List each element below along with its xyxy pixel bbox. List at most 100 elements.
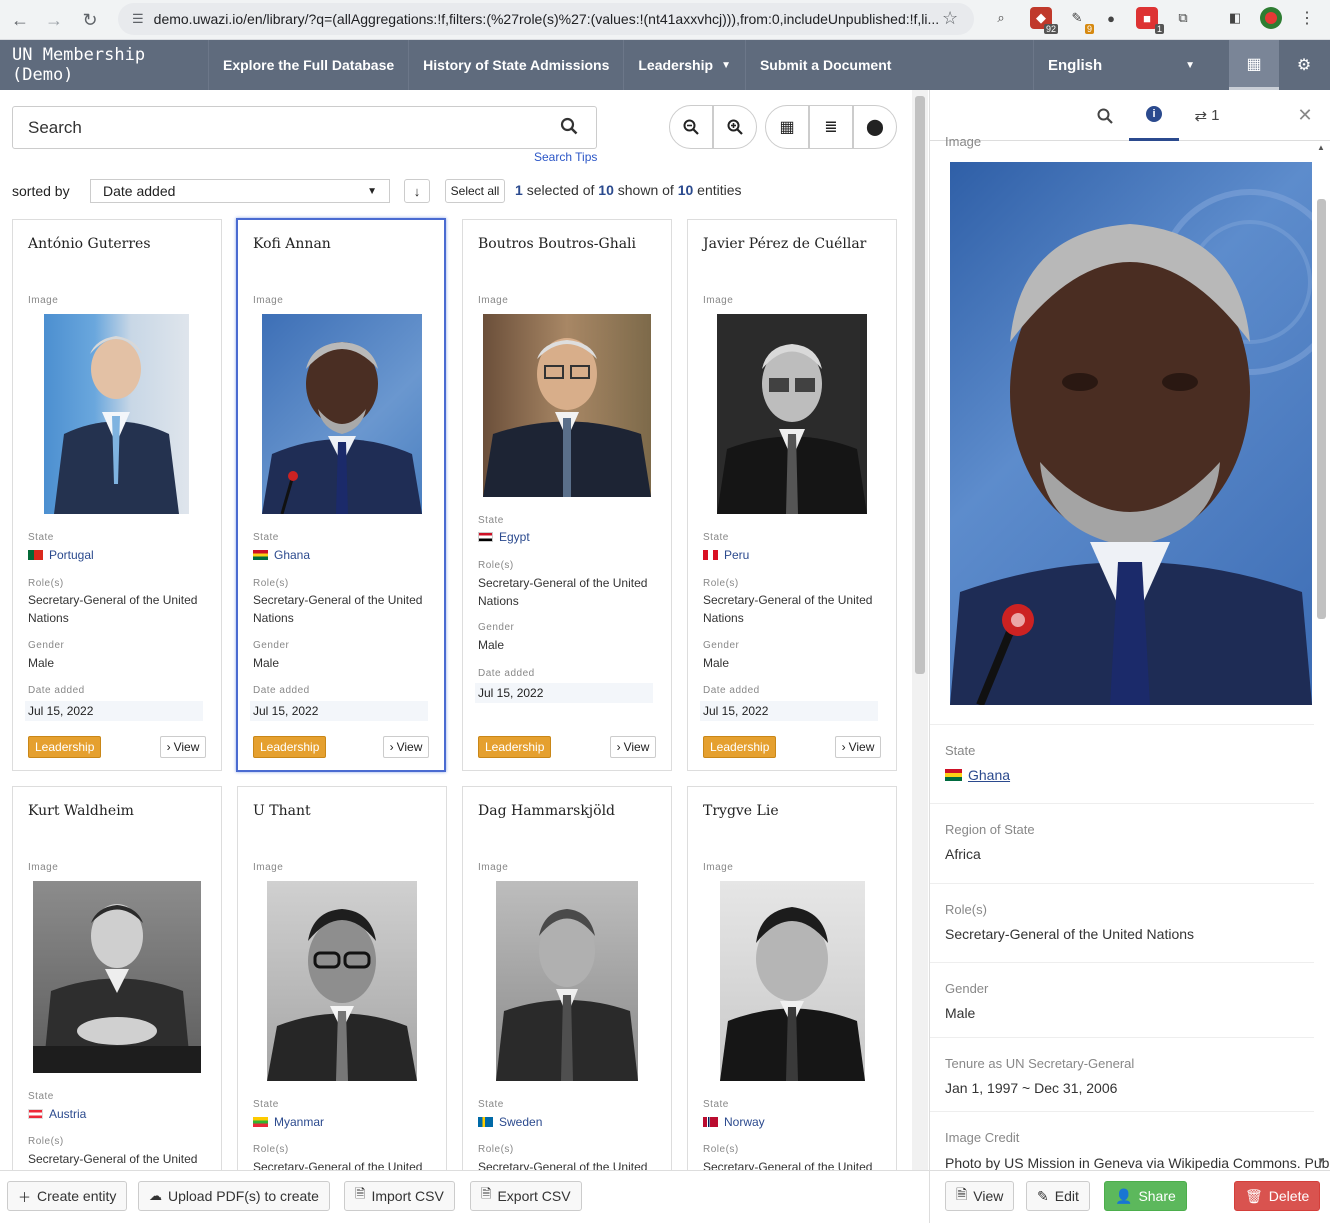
view-button[interactable]: › View xyxy=(383,736,429,758)
forward-icon[interactable]: → xyxy=(36,4,72,36)
tab-search[interactable] xyxy=(1080,90,1130,141)
button-label: Delete xyxy=(1268,1188,1310,1204)
entity-photo xyxy=(267,881,417,1081)
browser-menu-icon[interactable]: ⋮ xyxy=(1296,7,1318,29)
side-panel-icon[interactable]: ◧ xyxy=(1224,7,1246,29)
scrollbar-thumb[interactable] xyxy=(915,96,925,674)
nav-link-explore[interactable]: Explore the Full Database xyxy=(208,40,408,90)
state-link[interactable]: Norway xyxy=(724,1115,765,1129)
extension-cookie-icon[interactable]: ● xyxy=(1100,7,1122,29)
state-link[interactable]: Austria xyxy=(49,1107,86,1121)
zoom-out-button[interactable] xyxy=(669,105,713,149)
scrollbar-thumb[interactable] xyxy=(1317,199,1326,619)
import-csv-button[interactable]: 🗎 Import CSV xyxy=(344,1181,455,1211)
button-label: Create entity xyxy=(37,1188,117,1204)
cards-view-button[interactable]: ▦ xyxy=(765,105,809,149)
entity-card[interactable]: Boutros Boutros-Ghali Image State Egypt … xyxy=(462,219,672,771)
card-title[interactable]: Trygve Lie xyxy=(703,803,779,819)
zoom-in-button[interactable] xyxy=(713,105,757,149)
state-link[interactable]: Peru xyxy=(724,548,749,562)
nav-link-leadership[interactable]: Leadership ▼ xyxy=(623,40,745,90)
sort-select[interactable]: Date added ▼ xyxy=(90,179,390,203)
entity-card[interactable]: António Guterres Image State Portugal Ro… xyxy=(12,219,222,771)
role-value: Secretary-General of the United Nations xyxy=(703,593,873,625)
extension-shield-icon[interactable]: ◆ 92 xyxy=(1030,7,1058,34)
extensions-puzzle-icon[interactable]: ⧉ xyxy=(1172,7,1194,29)
search-input[interactable]: Search xyxy=(12,106,597,149)
zoom-out-icon xyxy=(683,119,699,135)
state-link[interactable]: Myanmar xyxy=(274,1115,324,1129)
back-icon[interactable]: ← xyxy=(2,4,38,36)
view-button[interactable]: › View xyxy=(160,736,206,758)
delete-entity-button[interactable]: 🗑 Delete xyxy=(1234,1181,1321,1211)
site-brand[interactable]: UN Membership (Demo) xyxy=(0,40,208,90)
search-extension-icon[interactable]: ⌕ xyxy=(990,7,1012,29)
sort-bar: sorted by Date added ▼ ↓ Select all 1 se… xyxy=(12,179,902,203)
library-scrollbar[interactable] xyxy=(912,90,928,1170)
card-title[interactable]: Dag Hammarskjöld xyxy=(478,803,615,819)
view-button[interactable]: › View xyxy=(610,736,656,758)
scroll-up-arrow-icon[interactable]: ▲ xyxy=(1317,143,1325,152)
card-title[interactable]: U Thant xyxy=(253,803,311,819)
state-link[interactable]: Sweden xyxy=(499,1115,542,1129)
profile-avatar-icon[interactable] xyxy=(1260,7,1282,29)
entity-card[interactable]: Dag Hammarskjöld Image State Sweden Role… xyxy=(462,786,672,1170)
view-button[interactable]: › View xyxy=(835,736,881,758)
state-link[interactable]: Ghana xyxy=(274,548,310,562)
field-label: Role(s) xyxy=(28,578,64,589)
entity-card[interactable]: Javier Pérez de Cuéllar Image State Peru… xyxy=(687,219,897,771)
nav-link-submit[interactable]: Submit a Document xyxy=(744,40,905,90)
nav-link-history[interactable]: History of State Admissions xyxy=(408,40,623,90)
sort-direction-button[interactable]: ↓ xyxy=(404,179,430,203)
chevron-right-icon: › xyxy=(166,740,171,754)
select-all-button[interactable]: Select all xyxy=(445,179,505,203)
template-tag: Leadership xyxy=(28,736,102,758)
export-csv-button[interactable]: 🗎 Export CSV xyxy=(470,1181,582,1211)
state-link[interactable]: Egypt xyxy=(499,530,530,544)
field-label: Role(s) xyxy=(253,578,289,589)
search-tips-link[interactable]: Search Tips xyxy=(534,150,597,164)
card-title[interactable]: António Guterres xyxy=(28,236,151,252)
map-marker-icon: ⬤ xyxy=(866,119,884,136)
address-bar[interactable]: ☰ demo.uwazi.io/en/library/?q=(allAggreg… xyxy=(118,3,974,35)
list-view-button[interactable]: ≣ xyxy=(809,105,853,149)
bookmark-star-icon[interactable]: ☆ xyxy=(942,8,958,29)
card-title[interactable]: Javier Pérez de Cuéllar xyxy=(703,236,866,252)
settings-gear-icon[interactable]: ⚙ xyxy=(1279,40,1329,90)
view-entity-button[interactable]: 🗎 View xyxy=(945,1181,1015,1211)
browser-toolbar: ← → ↻ ☰ demo.uwazi.io/en/library/?q=(all… xyxy=(0,0,1330,40)
state-link[interactable]: Ghana xyxy=(968,767,1010,783)
reload-icon[interactable]: ↻ xyxy=(72,4,108,36)
search-icon[interactable] xyxy=(560,117,578,140)
button-label: View xyxy=(973,1188,1004,1204)
field-value: Ghana xyxy=(945,767,1010,783)
upload-pdf-button[interactable]: ☁ Upload PDF(s) to create xyxy=(138,1181,330,1211)
create-entity-button[interactable]: ＋ Create entity xyxy=(7,1181,128,1211)
site-info-icon[interactable]: ☰ xyxy=(132,11,144,27)
card-title[interactable]: Kurt Waldheim xyxy=(28,803,134,819)
entity-card[interactable]: Trygve Lie Image State Norway Role(s) Se… xyxy=(687,786,897,1170)
card-title[interactable]: Kofi Annan xyxy=(253,236,331,252)
entity-card-selected[interactable]: Kofi Annan Image State Ghana Role(s) Sec… xyxy=(236,218,446,772)
language-selector[interactable]: English ▼ xyxy=(1033,40,1213,90)
edit-entity-button[interactable]: ✎ Edit xyxy=(1026,1181,1090,1211)
card-title[interactable]: Boutros Boutros-Ghali xyxy=(478,236,636,252)
state-link[interactable]: Portugal xyxy=(49,548,94,562)
entity-card[interactable]: Kurt Waldheim Image State Austria Role(s… xyxy=(12,786,222,1170)
extension-tools-icon[interactable]: ✎ 9 xyxy=(1066,7,1094,34)
tab-relationships[interactable]: ⇄ 1 xyxy=(1182,90,1232,141)
extension-red-icon[interactable]: ■ 1 xyxy=(1136,7,1164,34)
map-view-button[interactable]: ⬤ xyxy=(853,105,897,149)
cloud-upload-icon: ☁ xyxy=(149,1188,162,1203)
library-grid-icon[interactable]: ▦ xyxy=(1229,40,1279,90)
view-label: View xyxy=(623,740,650,754)
side-panel-scrollbar[interactable]: ▲ ▼ xyxy=(1313,141,1330,1171)
tab-info[interactable]: i xyxy=(1129,90,1179,141)
gender-value: Male xyxy=(28,656,55,670)
close-panel-button[interactable]: ✕ xyxy=(1290,90,1320,141)
nav-link-label: Leadership xyxy=(638,57,714,73)
share-entity-button[interactable]: 👤 Share xyxy=(1104,1181,1187,1211)
field-label: State xyxy=(703,1099,729,1110)
entity-card[interactable]: U Thant Image State Myanmar Role(s) Secr… xyxy=(237,786,447,1170)
scroll-down-arrow-icon[interactable]: ▼ xyxy=(1317,1156,1325,1165)
